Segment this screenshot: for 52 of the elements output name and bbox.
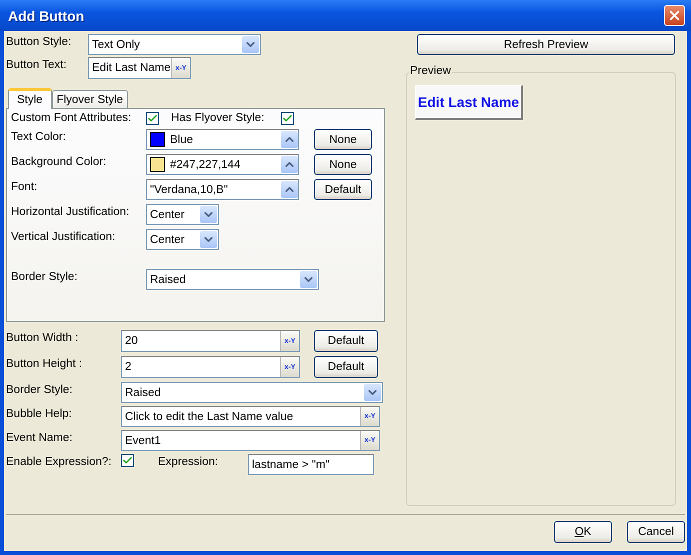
expression-field[interactable]: lastname > "m" (248, 454, 374, 475)
dropdown[interactable]: Raised (146, 269, 319, 290)
field-label: Bubble Help: (6, 407, 73, 420)
dropdown[interactable]: Center (146, 204, 219, 225)
dialog-button[interactable]: OK (554, 521, 612, 543)
field-label: Border Style: (6, 383, 74, 396)
field-label: Button Height : (6, 357, 84, 370)
dropdown[interactable]: Center (146, 229, 219, 250)
field-label: Vertical Justification: (11, 230, 116, 243)
field-label: Border Style: (11, 270, 78, 283)
checkbox[interactable] (121, 454, 134, 467)
dropdown[interactable]: Raised (121, 382, 383, 403)
close-button[interactable] (664, 5, 685, 26)
chevron-down-icon (200, 206, 217, 223)
field-label: Text Color: (11, 130, 67, 143)
dialog-button[interactable]: Cancel (627, 521, 685, 543)
none-button[interactable]: None (314, 154, 372, 175)
field-label: Horizontal Justification: (11, 205, 130, 218)
field-label: Enable Expression?: (6, 455, 112, 468)
none-button[interactable]: None (314, 129, 372, 150)
chevron-up-icon (281, 156, 298, 173)
chevron-up-icon (281, 131, 298, 148)
default-button[interactable]: Default (314, 356, 378, 378)
refresh-preview-button[interactable]: Refresh Preview (417, 34, 675, 55)
field-label: Has Flyover Style: (171, 112, 266, 124)
chevron-down-icon (364, 384, 381, 401)
tab[interactable]: Flyover Style (52, 90, 128, 108)
field-label: Expression: (158, 455, 220, 468)
field-label: Button Style: (6, 35, 72, 48)
field-label: Button Width : (6, 331, 80, 344)
checkbox[interactable] (146, 112, 159, 125)
preview-button[interactable]: Edit Last Name (415, 85, 523, 120)
chevron-down-icon (242, 36, 259, 53)
field-label: Background Color: (11, 155, 108, 168)
field-label: Font: (11, 180, 38, 193)
window-title: Add Button (8, 8, 84, 24)
field-label: Custom Font Attributes: (11, 112, 132, 124)
checkbox[interactable] (281, 112, 294, 125)
default-button[interactable]: Default (314, 179, 372, 200)
font-field[interactable]: "Verdana,10,B" (146, 179, 299, 200)
field-label: Button Text: (6, 58, 68, 71)
default-button[interactable]: Default (314, 330, 378, 352)
field-label: Event Name: (6, 431, 74, 444)
chevron-up-icon (281, 181, 298, 198)
chevron-down-icon (200, 231, 217, 248)
dropdown[interactable]: Text Only (88, 34, 261, 55)
group-title: Preview (409, 65, 452, 77)
tab[interactable]: Style (8, 88, 52, 109)
close-icon (667, 8, 682, 23)
color-field[interactable]: Blue (146, 129, 299, 150)
color-field[interactable]: #247,227,144 (146, 154, 299, 175)
chevron-down-icon (300, 271, 317, 288)
